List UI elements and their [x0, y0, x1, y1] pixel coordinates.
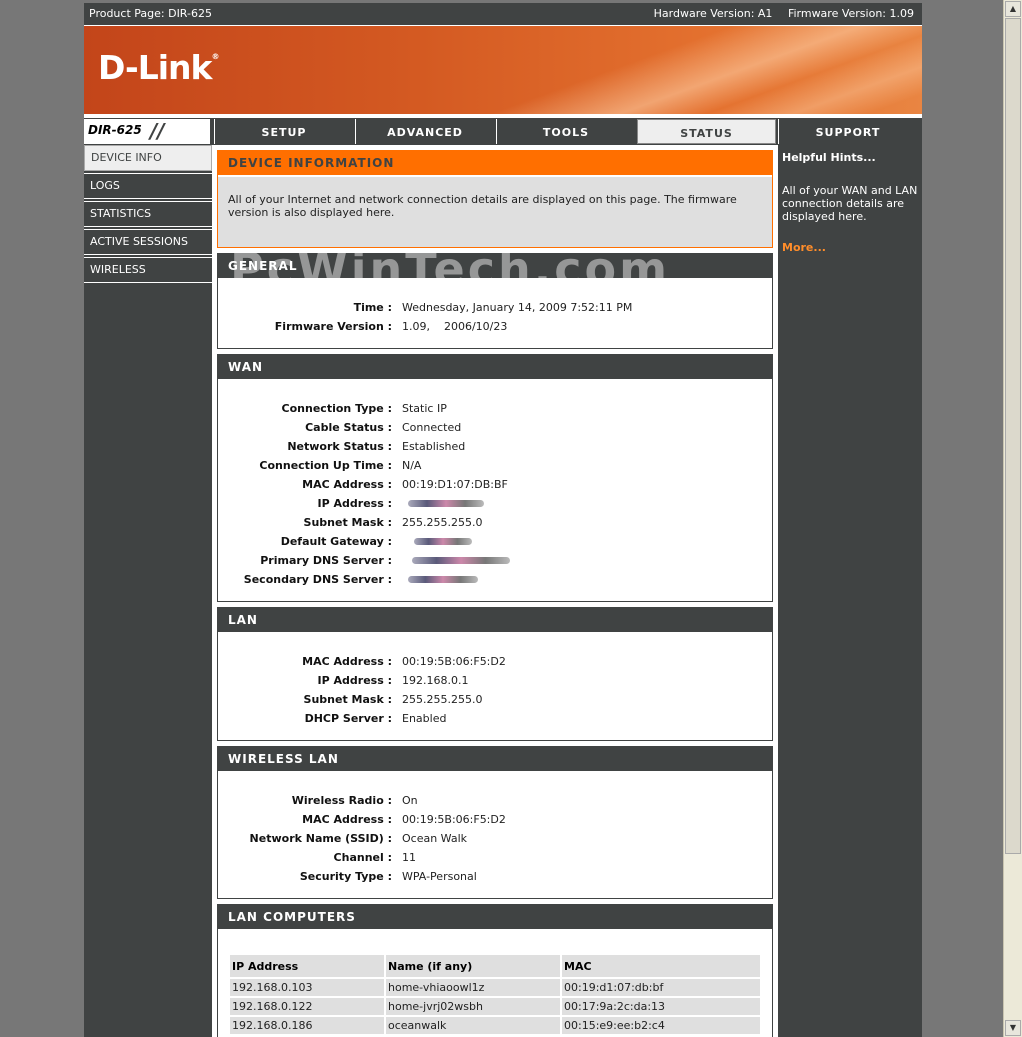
- model-badge: DIR-625 //: [84, 119, 212, 144]
- redacted-value: [408, 500, 484, 507]
- redacted-value: [412, 557, 510, 564]
- info-row: DHCP Server : Enabled: [304, 712, 447, 725]
- table-row: 192.168.0.186 oceanwalk 00:15:e9:ee:b2:c4: [230, 1017, 760, 1034]
- wan-section: WAN Connection Type : Static IP Cable Sta…: [217, 354, 773, 602]
- tab-setup[interactable]: SETUP: [214, 119, 353, 144]
- main-area: DEVICE INFO LOGS STATISTICS ACTIVE SESSI…: [84, 145, 922, 1037]
- table-row: 192.168.0.122 home-jvrj02wsbh 00:17:9a:2c:…: [230, 998, 760, 1015]
- info-row: Subnet Mask :255.255.255.0: [303, 693, 483, 706]
- hints-title: Helpful Hints...: [782, 151, 876, 164]
- sidebar-item-logs[interactable]: LOGS: [84, 173, 212, 199]
- device-information-description: All of your Internet and network connect…: [228, 193, 737, 219]
- browser-viewport: Product Page: DIR-625 Hardware Version: …: [0, 0, 1004, 1037]
- sidebar-item-active-sessions[interactable]: ACTIVE SESSIONS: [84, 229, 212, 255]
- router-page: Product Page: DIR-625 Hardware Version: …: [84, 3, 922, 1037]
- info-row: Network Status : Established: [287, 440, 466, 453]
- column-header: Name (if any): [386, 955, 560, 977]
- product-page-label: Product Page: DIR-625: [89, 7, 212, 20]
- column-header: IP Address: [230, 955, 384, 977]
- info-row: Security Type : WPA-Personal: [299, 870, 477, 883]
- firmware-version-label: Firmware Version: 1.09: [787, 7, 914, 20]
- info-row: IP Address :: [218, 494, 772, 513]
- wireless-lan-title: WIRELESS LAN: [218, 747, 772, 771]
- info-row: Secondary DNS Server :: [218, 570, 772, 589]
- column-header: MAC: [562, 955, 760, 977]
- sidebar: DEVICE INFO LOGS STATISTICS ACTIVE SESSI…: [84, 145, 212, 1037]
- sidebar-item-device-info[interactable]: DEVICE INFO: [84, 145, 212, 171]
- model-name: DIR-625: [88, 123, 142, 137]
- lan-section: LAN MAC Address :00:19:5B:06:F5:D2 IP Ad…: [217, 607, 773, 741]
- hints-more-link[interactable]: More...: [782, 241, 918, 254]
- info-row: Cable Status : Connected: [305, 421, 462, 434]
- helpful-hints-panel: Helpful Hints... All of your WAN and LAN…: [778, 145, 922, 1037]
- info-row: Time : Wednesday, January 14, 2009 7:52:1…: [353, 301, 633, 314]
- general-title: GENERAL: [218, 254, 772, 278]
- hardware-version-label: Hardware Version: A1: [653, 7, 773, 20]
- main-nav: DIR-625 // SETUP ADVANCED TOOLS STATUS S…: [84, 118, 922, 145]
- redacted-value: [414, 538, 472, 545]
- info-row: MAC Address :00:19:D1:07:DB:BF: [302, 478, 508, 491]
- sidebar-item-statistics[interactable]: STATISTICS: [84, 201, 212, 227]
- hints-text: All of your WAN and LAN connection detai…: [782, 184, 918, 223]
- tab-support[interactable]: SUPPORT: [778, 119, 917, 144]
- info-row: Primary DNS Server :: [218, 551, 772, 570]
- info-row: MAC Address :00:19:5B:06:F5:D2: [302, 813, 506, 826]
- info-row: Subnet Mask :255.255.255.0: [303, 516, 483, 529]
- model-slashes-icon: //: [150, 119, 165, 143]
- scroll-thumb[interactable]: [1005, 18, 1021, 854]
- info-row: Connection Type : Static IP: [281, 402, 447, 415]
- tab-status[interactable]: STATUS: [637, 119, 776, 144]
- info-row: IP Address :192.168.0.1: [317, 674, 469, 687]
- lan-computers-section: LAN COMPUTERS IP Address Name (if any) M…: [217, 904, 773, 1037]
- info-row: Network Name (SSID) : Ocean Walk: [249, 832, 468, 845]
- lan-title: LAN: [218, 608, 772, 632]
- info-row: MAC Address :00:19:5B:06:F5:D2: [302, 655, 506, 668]
- dlink-logo: D-Link®: [98, 48, 219, 87]
- content-panel: DEVICE INFORMATION All of your Internet …: [212, 145, 778, 1037]
- table-row: 192.168.0.103 home-vhiaoowl1z 00:19:d1:07:…: [230, 979, 760, 996]
- wan-title: WAN: [218, 355, 772, 379]
- info-row: Connection Up Time : N/A: [259, 459, 422, 472]
- info-row: Firmware Version :1.09, 2006/10/23: [274, 320, 508, 333]
- scroll-down-icon[interactable]: ▼: [1005, 1020, 1021, 1036]
- sidebar-item-wireless[interactable]: WIRELESS: [84, 257, 212, 283]
- wireless-lan-section: WIRELESS LAN Wireless Radio : On MAC Addr…: [217, 746, 773, 899]
- lan-computers-title: LAN COMPUTERS: [218, 905, 772, 929]
- scroll-up-icon[interactable]: ▲: [1005, 1, 1021, 17]
- brand-banner: D-Link®: [84, 26, 922, 118]
- vertical-scrollbar[interactable]: ▲ ▼: [1003, 0, 1022, 1037]
- top-info-bar: Product Page: DIR-625 Hardware Version: …: [84, 3, 922, 26]
- tab-tools[interactable]: TOOLS: [496, 119, 635, 144]
- redacted-value: [408, 576, 478, 583]
- tab-advanced[interactable]: ADVANCED: [355, 119, 494, 144]
- device-information-title: DEVICE INFORMATION: [218, 151, 772, 177]
- lan-computers-table: IP Address Name (if any) MAC 192.168.0.1…: [228, 953, 762, 1036]
- device-information-box: DEVICE INFORMATION All of your Internet …: [217, 150, 773, 248]
- info-row: Channel :11: [333, 851, 416, 864]
- general-section: GENERAL Time : Wednesday, January 14, 200…: [217, 253, 773, 349]
- info-row: Wireless Radio : On: [291, 794, 418, 807]
- info-row: Default Gateway :: [218, 532, 772, 551]
